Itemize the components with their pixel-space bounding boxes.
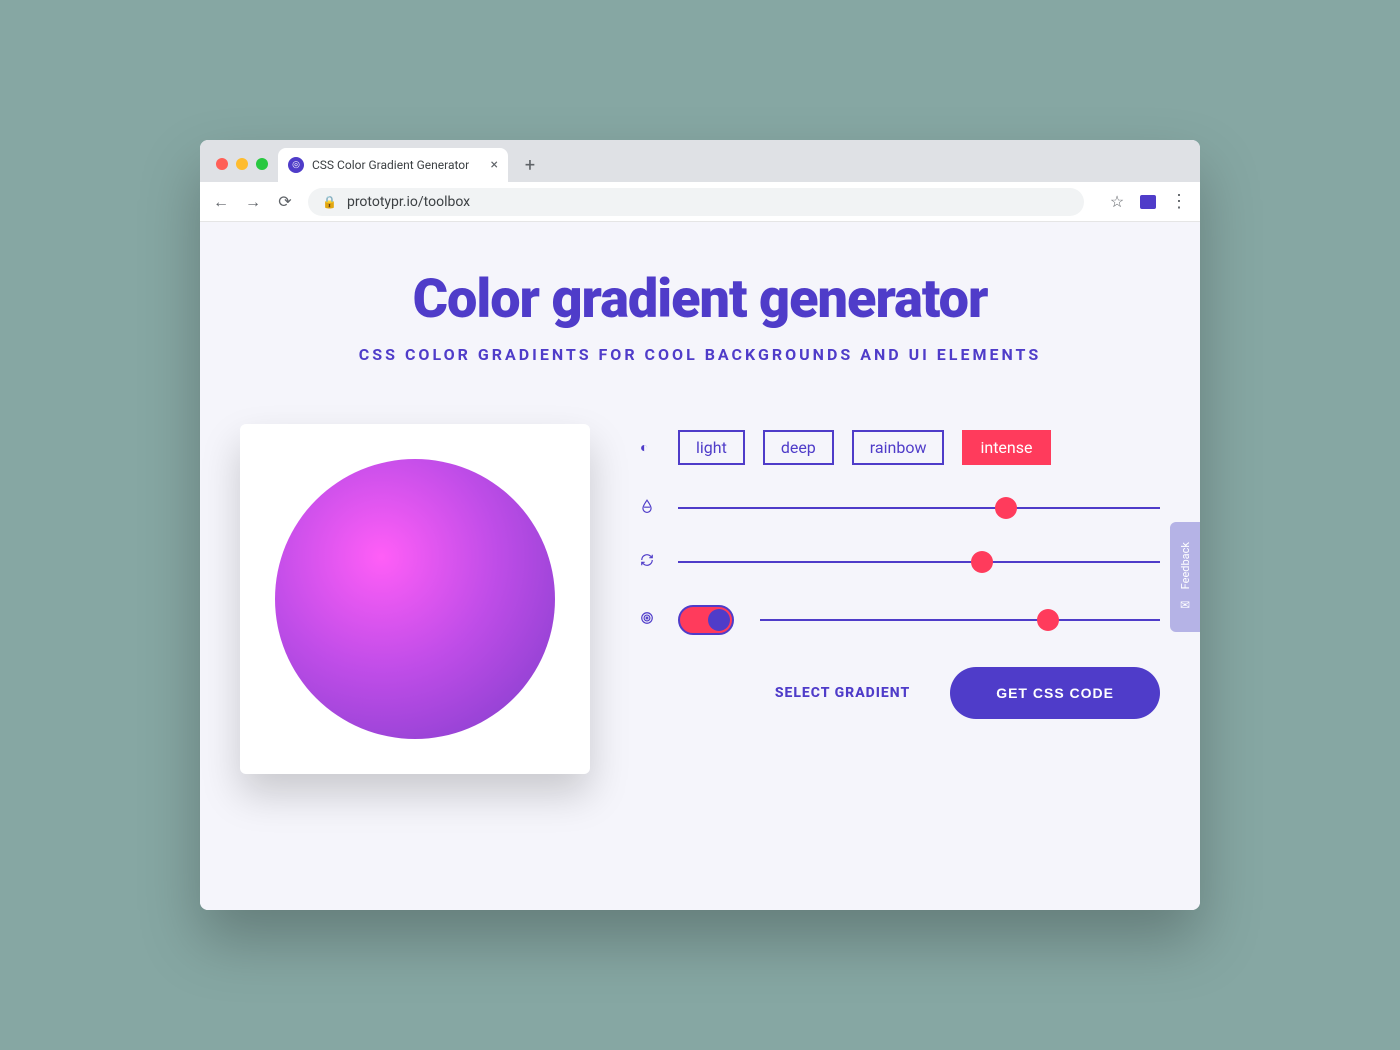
window-controls [208, 158, 278, 182]
page-title: Color gradient generator [240, 268, 1160, 331]
back-icon[interactable]: ← [212, 192, 230, 212]
new-tab-button[interactable]: + [516, 151, 544, 179]
page-subtitle: CSS COLOR GRADIENTS FOR COOL BACKGROUNDS… [240, 345, 1160, 364]
hue-slider[interactable] [678, 497, 1160, 519]
maximize-window-icon[interactable] [256, 158, 268, 170]
favicon-icon: ◎ [288, 157, 304, 173]
preset-intense[interactable]: intense [962, 430, 1050, 465]
rotate-icon [640, 553, 658, 571]
scale-slider-thumb[interactable] [1037, 609, 1059, 631]
select-gradient-button[interactable]: SELECT GRADIENT [775, 685, 910, 701]
forward-icon[interactable]: → [244, 192, 262, 212]
star-icon[interactable]: ☆ [1108, 192, 1126, 211]
hue-slider-thumb[interactable] [995, 497, 1017, 519]
feedback-icon: ✉ [1180, 598, 1190, 612]
address-bar-actions: ☆ ⋮ [1108, 191, 1188, 212]
toggle-knob [708, 609, 730, 631]
action-row: SELECT GRADIENT GET CSS CODE [640, 667, 1160, 719]
workspace: ◐ light deep rainbow intense [240, 424, 1160, 774]
tab-title: CSS Color Gradient Generator [312, 158, 483, 172]
spiral-icon [640, 611, 658, 629]
browser-window: ◎ CSS Color Gradient Generator × + ← → ⟳… [200, 140, 1200, 910]
browser-tab[interactable]: ◎ CSS Color Gradient Generator × [278, 148, 508, 182]
minimize-window-icon[interactable] [236, 158, 248, 170]
url-text: prototypr.io/toolbox [347, 194, 470, 210]
gradient-preview-card [240, 424, 590, 774]
gradient-preview-sphere [275, 459, 555, 739]
scale-toggle[interactable] [678, 605, 734, 635]
preset-group: light deep rainbow intense [678, 430, 1051, 465]
preset-rainbow[interactable]: rainbow [852, 430, 945, 465]
menu-icon[interactable]: ⋮ [1170, 191, 1188, 212]
hue-row [640, 497, 1160, 519]
lock-icon: 🔒 [322, 195, 337, 209]
preset-row: ◐ light deep rainbow intense [640, 430, 1160, 465]
close-window-icon[interactable] [216, 158, 228, 170]
reload-icon[interactable]: ⟳ [276, 192, 294, 211]
rotation-row [640, 551, 1160, 573]
page-body: Color gradient generator CSS COLOR GRADI… [200, 222, 1200, 910]
extension-icon[interactable] [1140, 195, 1156, 209]
scale-row [640, 605, 1160, 635]
preset-light[interactable]: light [678, 430, 745, 465]
close-tab-icon[interactable]: × [491, 157, 498, 173]
scale-slider[interactable] [760, 609, 1160, 631]
preset-deep[interactable]: deep [763, 430, 834, 465]
feedback-label: Feedback [1179, 542, 1192, 589]
droplet-icon [640, 499, 658, 517]
url-field[interactable]: 🔒 prototypr.io/toolbox [308, 188, 1084, 216]
tab-strip: ◎ CSS Color Gradient Generator × + [200, 140, 1200, 182]
contrast-icon: ◐ [640, 439, 658, 456]
rotation-slider[interactable] [678, 551, 1160, 573]
feedback-tab[interactable]: Feedback ✉ [1170, 522, 1200, 632]
address-bar: ← → ⟳ 🔒 prototypr.io/toolbox ☆ ⋮ [200, 182, 1200, 222]
get-css-button[interactable]: GET CSS CODE [950, 667, 1160, 719]
rotation-slider-thumb[interactable] [971, 551, 993, 573]
controls-panel: ◐ light deep rainbow intense [640, 424, 1160, 719]
